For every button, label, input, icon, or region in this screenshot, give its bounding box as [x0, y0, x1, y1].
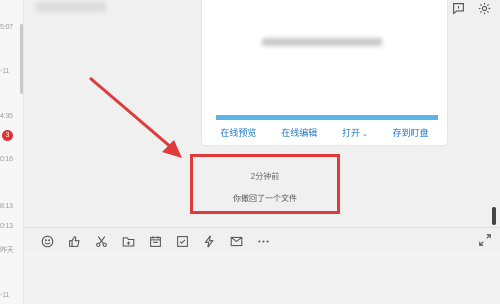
- lightning-icon[interactable]: [202, 234, 216, 248]
- conversation-time: 5:07: [0, 24, 13, 31]
- folder-add-icon[interactable]: [121, 234, 135, 248]
- chat-title-blurred: [36, 2, 106, 12]
- open-dropdown[interactable]: 打开 ⌄: [342, 126, 368, 139]
- edit-online-link[interactable]: 在线编辑: [281, 126, 317, 139]
- conversation-time: 昨天: [0, 247, 14, 254]
- unread-badge: 3: [2, 130, 13, 141]
- scissors-icon[interactable]: [94, 234, 108, 248]
- conversation-time: 4:35: [0, 113, 13, 120]
- conversation-time: -11: [0, 68, 9, 75]
- file-name-blurred: [262, 38, 382, 46]
- chat-icon[interactable]: [450, 0, 466, 16]
- input-divider: [24, 227, 500, 228]
- upload-progress-fill: [216, 115, 438, 120]
- calendar-icon[interactable]: [148, 234, 162, 248]
- gear-icon[interactable]: [476, 0, 492, 16]
- save-to-drive-link[interactable]: 存到盯盘: [393, 126, 429, 139]
- conversation-scrollbar[interactable]: [20, 24, 23, 94]
- file-message-card: 在线预览 在线编辑 打开 ⌄ 存到盯盘: [201, 0, 448, 146]
- conversation-time: -11: [0, 292, 9, 299]
- conversation-time: 8:13: [0, 203, 13, 210]
- emoji-icon[interactable]: [40, 234, 54, 248]
- checkbox-icon[interactable]: [175, 234, 189, 248]
- thumbs-up-icon[interactable]: [67, 234, 81, 248]
- conversation-time: 0:16: [0, 156, 13, 163]
- chat-scrollbar[interactable]: [492, 207, 496, 225]
- input-toolbar: [40, 233, 270, 249]
- expand-icon[interactable]: [478, 233, 492, 247]
- message-input[interactable]: [24, 252, 500, 304]
- message-time: 2分钟前: [250, 172, 280, 181]
- open-label: 打开: [341, 128, 360, 138]
- more-icon[interactable]: [256, 234, 270, 248]
- annotation-highlight-box: [190, 154, 340, 214]
- conversation-list: 5:07 -11 4:35 3 0:16 8:13 0:13 昨天 -11: [0, 0, 24, 304]
- conversation-time: 0:13: [0, 223, 13, 230]
- upload-progress-bar: [216, 115, 438, 120]
- file-actions: 在线预览 在线编辑 打开 ⌄ 存到盯盘: [202, 126, 447, 139]
- chevron-down-icon: ⌄: [360, 131, 368, 138]
- mail-icon[interactable]: [229, 234, 243, 248]
- preview-online-link[interactable]: 在线预览: [220, 126, 256, 139]
- recall-notice: 你撤回了一个文件: [233, 194, 297, 203]
